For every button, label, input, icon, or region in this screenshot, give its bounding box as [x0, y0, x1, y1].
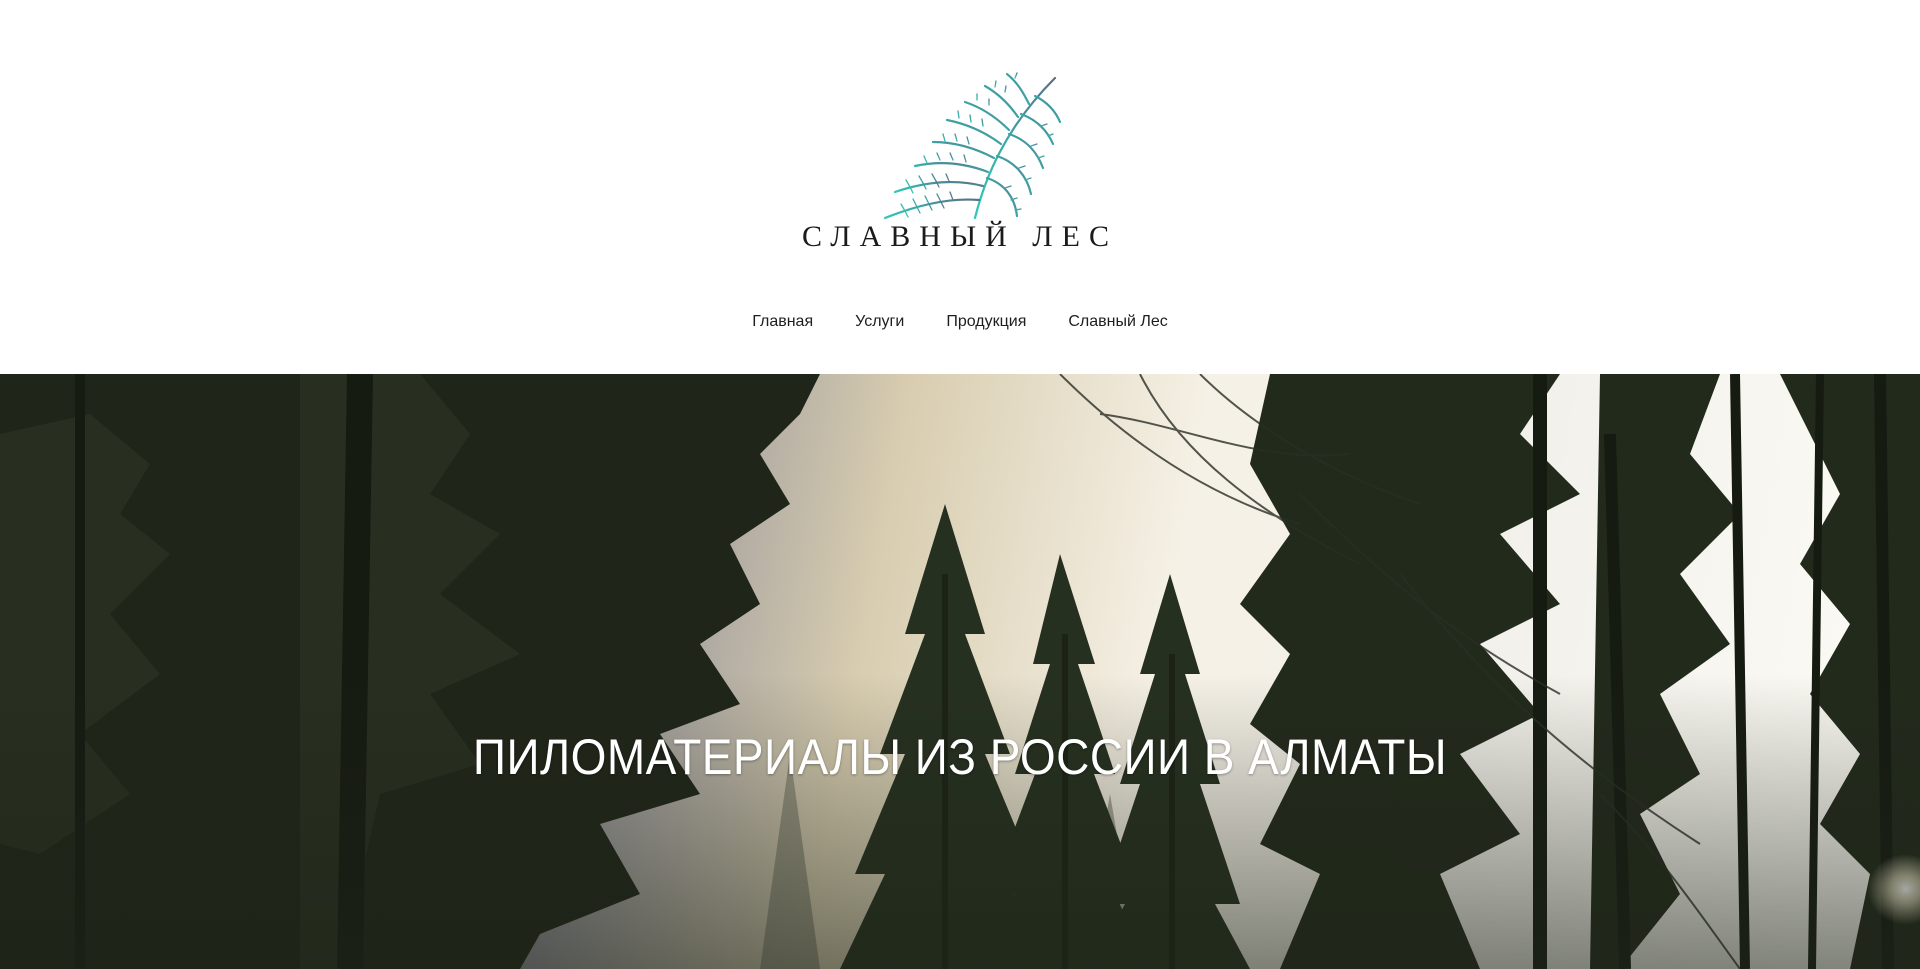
logo-text: СЛАВНЫЙ ЛЕС [802, 220, 1118, 253]
page: СЛАВНЫЙ ЛЕС Главная Услуги Продукция Сла… [0, 0, 1920, 969]
nav-item-services[interactable]: Услуги [855, 313, 904, 331]
nav-item-products[interactable]: Продукция [946, 313, 1026, 331]
forest-photo [0, 374, 1920, 969]
hero-section: ПИЛОМАТЕРИАЛЫ ИЗ РОССИИ В АЛМАТЫ [0, 374, 1920, 969]
nav-item-home[interactable]: Главная [752, 313, 813, 331]
hero-title: ПИЛОМАТЕРИАЛЫ ИЗ РОССИИ В АЛМАТЫ [472, 728, 1448, 785]
nav-item-about[interactable]: Славный Лес [1068, 313, 1167, 331]
logo-link[interactable]: СЛАВНЫЙ ЛЕС [800, 60, 1120, 260]
site-header: СЛАВНЫЙ ЛЕС Главная Услуги Продукция Сла… [0, 0, 1920, 374]
main-nav: Главная Услуги Продукция Славный Лес [0, 304, 1920, 340]
fern-branch-icon [883, 72, 1062, 220]
